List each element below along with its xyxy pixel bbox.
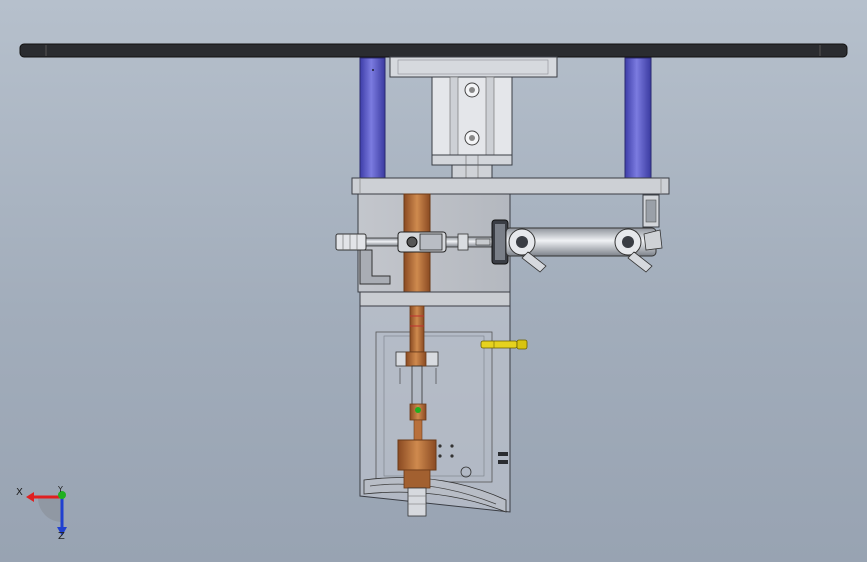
top-mounting-plate[interactable]: [19, 43, 848, 58]
z-axis-label: Z: [58, 531, 65, 542]
transparent-housing[interactable]: [359, 305, 511, 513]
lower-plate[interactable]: [359, 291, 511, 307]
guide-rod-left[interactable]: [359, 57, 386, 179]
yellow-locating-pin[interactable]: [480, 339, 528, 350]
x-axis-label: X: [16, 487, 23, 498]
vertical-cylinder[interactable]: [389, 56, 558, 180]
cad-viewport[interactable]: X Y Z: [0, 0, 867, 562]
horizontal-cylinder[interactable]: [505, 227, 663, 273]
cross-plate[interactable]: [351, 177, 670, 195]
y-axis-label: Y: [58, 485, 63, 494]
guide-rod-right[interactable]: [624, 57, 652, 179]
assembly-drawing[interactable]: [0, 0, 867, 562]
